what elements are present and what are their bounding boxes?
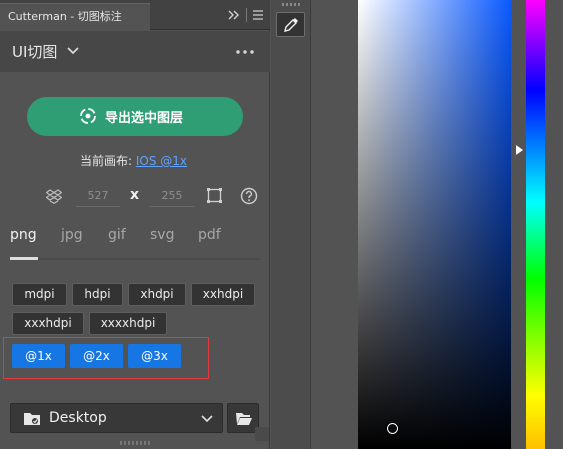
width-field[interactable]: [76, 185, 120, 207]
chevron-down-icon[interactable]: [67, 46, 79, 56]
folder-icon: [24, 413, 40, 425]
cutterman-panel: Cutterman - 切图标注 UI切图 导出选中图层 当前画布: IOS @…: [0, 0, 270, 449]
target-icon: [80, 108, 96, 124]
eyedropper-icon: [284, 18, 298, 32]
mode-dropdown-label[interactable]: UI切图: [12, 41, 57, 62]
menu-icon[interactable]: [252, 9, 264, 21]
panel-tab-bar: Cutterman - 切图标注: [0, 0, 270, 30]
hue-slider-track: [511, 0, 526, 449]
density-xxxhdpi-button[interactable]: xxxhdpi: [12, 312, 84, 335]
collapse-icon[interactable]: [227, 8, 241, 22]
hue-slider-handle[interactable]: [516, 145, 523, 155]
density-xhdpi-button[interactable]: xhdpi: [128, 283, 186, 306]
output-folder-label: Desktop: [49, 410, 107, 426]
frame-icon[interactable]: [206, 187, 223, 204]
more-icon[interactable]: [235, 49, 255, 55]
color-picker-handle[interactable]: [387, 423, 398, 434]
density-hdpi-button[interactable]: hdpi: [72, 283, 123, 306]
tab-jpg[interactable]: jpg: [61, 227, 83, 243]
panel-bottom-handle[interactable]: [120, 441, 150, 445]
dropbox-icon[interactable]: [46, 188, 62, 204]
photoshop-workspace: Cutterman - 切图标注 UI切图 导出选中图层 当前画布: IOS @…: [0, 0, 563, 449]
panel-subheader: UI切图: [0, 31, 270, 72]
tab-pdf[interactable]: pdf: [198, 227, 221, 243]
export-selected-layers-button[interactable]: 导出选中图层: [27, 97, 243, 136]
tool-strip: [271, 0, 311, 449]
density-xxxxhdpi-button[interactable]: xxxxhdpi: [89, 312, 167, 335]
dimension-row: x: [0, 182, 270, 210]
tabbar-divider: [246, 8, 247, 22]
hue-slider[interactable]: [526, 0, 545, 449]
color-saturation-field[interactable]: [358, 0, 511, 449]
tab-gif[interactable]: gif: [108, 227, 126, 243]
height-field[interactable]: [150, 185, 194, 207]
format-tabs: png jpg gif svg pdf: [0, 224, 270, 260]
export-button-label: 导出选中图层: [105, 111, 184, 126]
help-icon[interactable]: [240, 187, 258, 205]
density-xxhdpi-button[interactable]: xxhdpi: [191, 283, 255, 306]
chevron-down-icon: [201, 415, 213, 423]
scale-3x-button[interactable]: @3x: [128, 344, 181, 368]
scale-2x-button[interactable]: @2x: [70, 344, 123, 368]
tab-png[interactable]: png: [10, 227, 37, 243]
tabs-baseline: [10, 258, 260, 260]
output-folder-select[interactable]: Desktop: [10, 403, 223, 433]
folder-open-icon: [236, 413, 252, 425]
workspace-edge: [545, 0, 563, 449]
eyedropper-tool-button[interactable]: [276, 12, 305, 37]
canvas-label: 当前画布:: [80, 154, 136, 168]
active-tab-indicator: [10, 257, 38, 260]
dimension-separator: x: [130, 187, 140, 203]
tab-svg[interactable]: svg: [150, 227, 174, 243]
current-canvas-info: 当前画布: IOS @1x: [80, 152, 187, 169]
workspace-gap: [312, 0, 358, 449]
panel-tab-cutterman[interactable]: Cutterman - 切图标注: [0, 3, 150, 30]
density-mdpi-button[interactable]: mdpi: [12, 283, 67, 306]
scale-1x-button[interactable]: @1x: [12, 344, 65, 368]
panel-resize-grip[interactable]: [255, 427, 269, 441]
toolstrip-grip[interactable]: [282, 3, 300, 6]
canvas-preset-link[interactable]: IOS @1x: [136, 154, 187, 168]
